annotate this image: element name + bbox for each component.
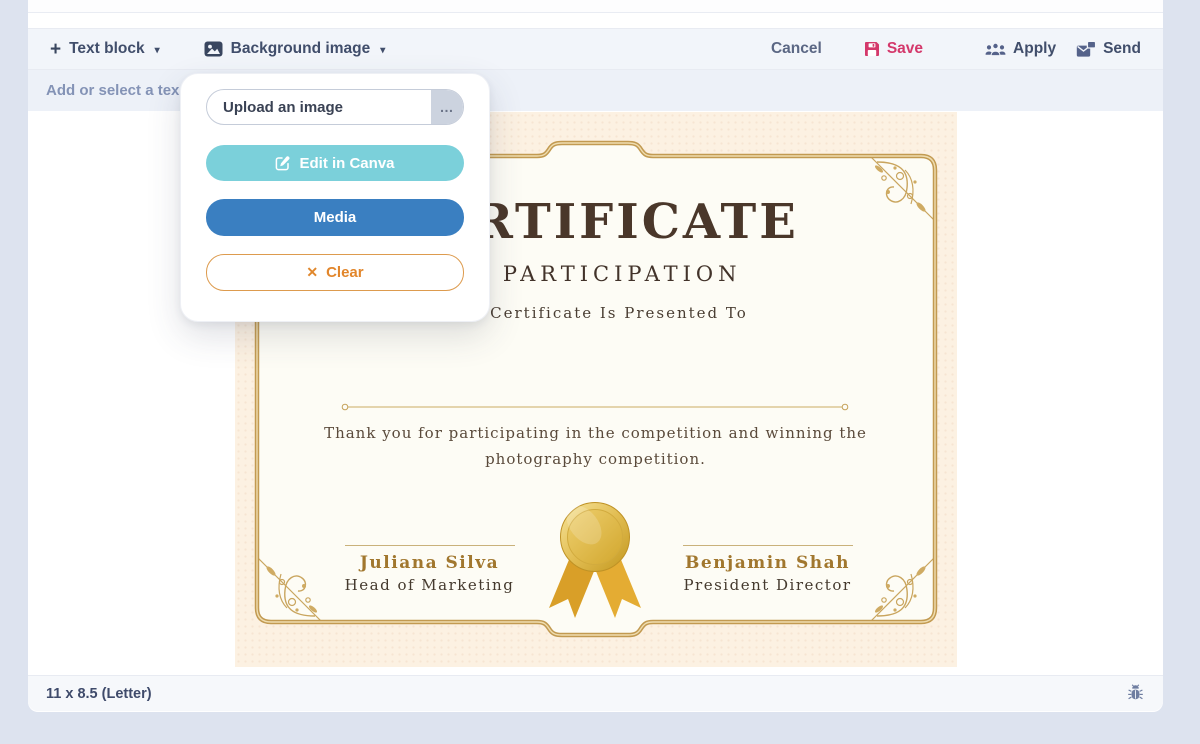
hint-text: Add or select a tex: [46, 82, 179, 99]
signature-line: [683, 545, 853, 546]
signatory-title: Head of Marketing: [345, 576, 515, 594]
signatory-right-block[interactable]: Benjamin Shah President Director: [683, 545, 853, 594]
window-top-strip: [28, 0, 1163, 13]
pencil-square-icon: [275, 155, 291, 171]
browse-button[interactable]: …: [431, 90, 463, 124]
bug-icon[interactable]: [1126, 684, 1145, 703]
signatory-name: Benjamin Shah: [683, 553, 853, 573]
image-icon: [204, 41, 223, 57]
clear-background-button[interactable]: ✕ Clear: [206, 254, 464, 291]
apply-label: Apply: [1013, 40, 1056, 58]
certificate-body-text-block[interactable]: Thank you for participating in the compe…: [316, 420, 876, 473]
send-label: Send: [1103, 40, 1141, 58]
background-image-dropdown-panel: Upload an image … Edit in Canva Media ✕ …: [180, 73, 490, 322]
text-block-label: Text block: [69, 40, 145, 58]
edit-in-canva-label: Edit in Canva: [299, 155, 394, 172]
upload-image-file-input[interactable]: Upload an image …: [206, 89, 464, 125]
media-button[interactable]: Media: [206, 199, 464, 236]
caret-down-icon: ▾: [380, 45, 385, 56]
save-label: Save: [887, 40, 923, 58]
x-icon: ✕: [306, 264, 318, 281]
upload-image-label: Upload an image: [207, 90, 431, 124]
floppy-disk-icon: [864, 41, 880, 57]
window-top-gap: [28, 13, 1163, 28]
signatory-title: President Director: [683, 576, 853, 594]
save-button[interactable]: Save: [864, 40, 923, 58]
cancel-button[interactable]: Cancel: [771, 40, 822, 58]
caret-down-icon: ▾: [155, 45, 160, 56]
text-block-dropdown-button[interactable]: + Text block ▾: [50, 40, 160, 59]
background-image-dropdown-button[interactable]: Background image ▾: [204, 40, 386, 58]
signatory-left-block[interactable]: Juliana Silva Head of Marketing: [345, 545, 515, 594]
editor-toolbar: + Text block ▾ Background image ▾ Cancel…: [28, 28, 1163, 70]
signatory-name: Juliana Silva: [345, 553, 515, 573]
page-size-label: 11 x 8.5 (Letter): [46, 686, 152, 702]
edit-in-canva-button[interactable]: Edit in Canva: [206, 145, 464, 181]
plus-icon: +: [50, 40, 61, 59]
background-image-label: Background image: [231, 40, 371, 58]
ellipsis-icon: …: [440, 99, 455, 115]
status-bar: 11 x 8.5 (Letter): [28, 675, 1163, 711]
users-icon: [985, 42, 1006, 57]
apply-button[interactable]: Apply: [985, 40, 1056, 58]
send-button[interactable]: Send: [1076, 40, 1141, 58]
media-label: Media: [314, 209, 357, 226]
clear-label: Clear: [326, 264, 364, 281]
signature-line: [345, 545, 515, 546]
send-mail-icon: [1076, 41, 1096, 58]
